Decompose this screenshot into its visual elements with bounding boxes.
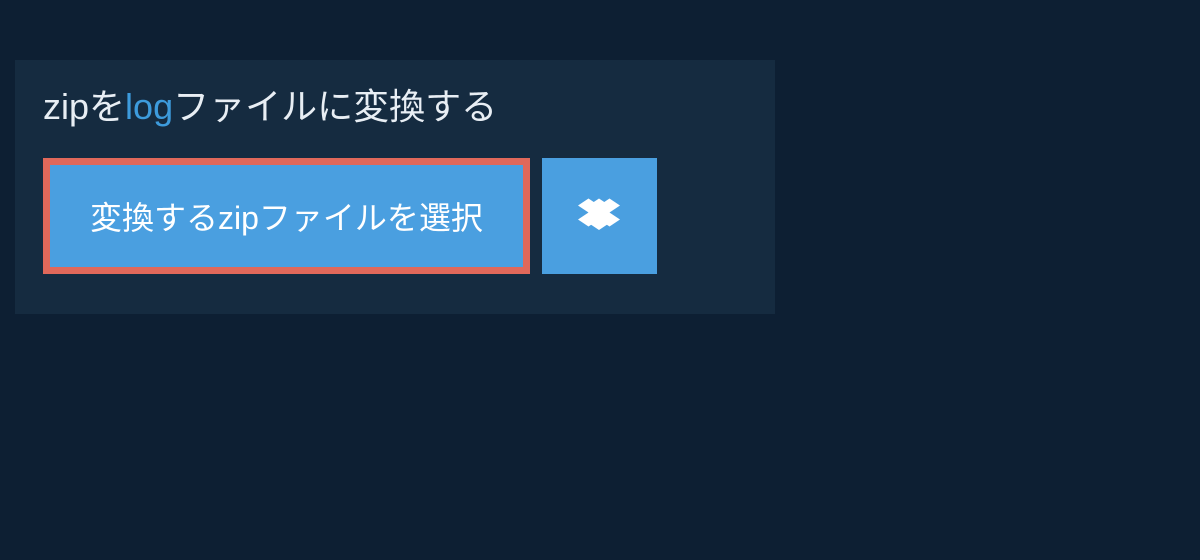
heading-from-format: zip [43, 86, 89, 127]
page-title: zipをlogファイルに変換する [15, 60, 525, 158]
heading-suffix: ファイルに変換する [173, 86, 497, 127]
select-file-button[interactable]: 変換するzipファイルを選択 [43, 158, 530, 274]
heading-to-format: log [125, 86, 173, 127]
heading-separator: を [89, 86, 125, 127]
dropbox-button[interactable] [542, 158, 657, 274]
button-row: 変換するzipファイルを選択 [15, 158, 775, 274]
dropbox-icon [578, 195, 620, 237]
select-file-button-label: 変換するzipファイルを選択 [90, 193, 483, 239]
converter-panel: zipをlogファイルに変換する 変換するzipファイルを選択 [15, 60, 775, 314]
